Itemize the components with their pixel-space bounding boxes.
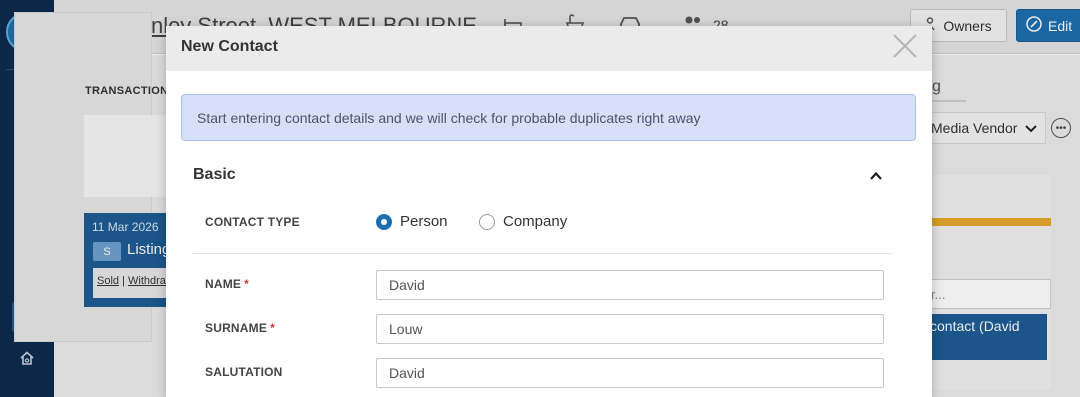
- required-marker: *: [244, 277, 250, 291]
- surname-label: SURNAME *: [205, 321, 275, 335]
- duplicate-info-box: Start entering contact details and we wi…: [181, 94, 916, 141]
- name-label: NAME *: [205, 277, 249, 291]
- contact-type-label: CONTACT TYPE: [205, 215, 300, 229]
- name-field[interactable]: [376, 270, 884, 300]
- modal-title: New Contact: [181, 38, 278, 55]
- info-message: Start entering contact details and we wi…: [197, 109, 701, 126]
- radio-person[interactable]: [376, 213, 392, 230]
- contact-type-person[interactable]: Person: [376, 213, 448, 230]
- radio-company[interactable]: [479, 213, 495, 230]
- modal-header: New Contact: [166, 26, 932, 71]
- new-contact-modal: New Contact Start entering contact detai…: [166, 26, 932, 397]
- section-title-basic[interactable]: Basic: [193, 166, 236, 184]
- surname-label-text: SURNAME: [205, 321, 268, 335]
- required-marker: *: [270, 321, 275, 335]
- radio-company-label: Company: [503, 213, 568, 230]
- surname-field[interactable]: [376, 314, 884, 344]
- salutation-field[interactable]: [376, 358, 884, 388]
- radio-person-label: Person: [400, 213, 448, 230]
- name-label-text: NAME: [205, 277, 242, 291]
- salutation-label: SALUTATION: [205, 365, 283, 379]
- contact-type-company[interactable]: Company: [479, 213, 567, 230]
- close-icon[interactable]: [892, 33, 918, 59]
- chevron-up-icon[interactable]: [868, 168, 884, 184]
- section-divider: [193, 253, 892, 254]
